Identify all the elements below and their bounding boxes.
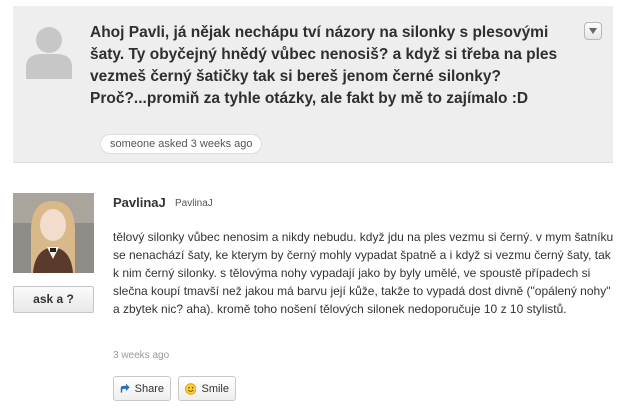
user-handle: PavlinaJ [175,198,213,209]
answer-text: tělový silonky vůbec nenosim a nikdy neb… [113,230,614,316]
asked-meta: someone asked 3 weeks ago [100,134,263,154]
share-icon [120,383,130,393]
share-label: Share [134,382,164,395]
default-avatar-icon [26,23,72,79]
question-text: Ahoj Pavli, já nějak nechápu tví názory … [90,24,558,107]
smile-label: Smile [201,382,229,395]
smiley-icon [185,382,197,395]
chevron-down-icon [589,28,597,34]
answer-timestamp: 3 weeks ago [113,350,170,361]
question-box: Ahoj Pavli, já nějak nechápu tví názory … [13,6,613,163]
question-menu-button[interactable] [584,22,602,40]
share-button[interactable]: Share [113,376,171,401]
username-link[interactable]: PavlinaJ [113,195,166,210]
smile-button[interactable]: Smile [178,376,236,401]
ask-question-button[interactable]: ask a ? [13,286,94,313]
user-avatar-photo[interactable] [13,193,94,273]
